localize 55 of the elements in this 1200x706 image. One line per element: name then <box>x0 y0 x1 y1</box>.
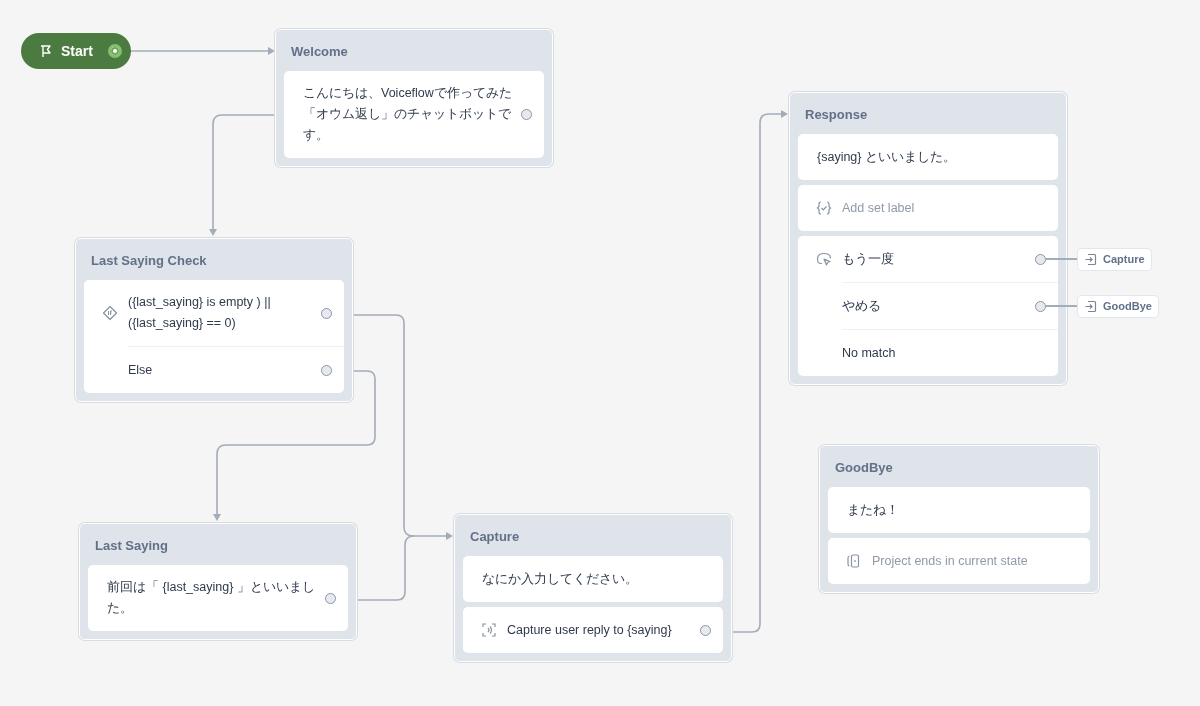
flag-icon <box>38 44 52 58</box>
step-text: やめる <box>842 297 882 315</box>
exit-icon <box>846 553 862 569</box>
step-card[interactable]: こんにちは、Voiceflowで作ってみた「オウム返し」のチャットボットです。 <box>284 71 544 158</box>
step-text: 前回は「 {last_saying} 」といいました。 <box>107 579 316 617</box>
go-to-block-link[interactable]: Capture <box>1078 248 1151 270</box>
step-text: なにか入力してください。 <box>482 570 639 588</box>
step-text: Capture user reply to {saying} <box>507 621 673 639</box>
step-card[interactable]: {saying} といいました。 <box>798 134 1058 180</box>
microphone-icon <box>481 622 497 638</box>
step-card[interactable]: なにか入力してください。 <box>463 556 723 602</box>
block-card[interactable]: Response {saying} といいました。 Add set label もう一度 やめる No match <box>789 92 1067 385</box>
port-icon[interactable] <box>1035 300 1046 312</box>
connector-line <box>1045 305 1078 307</box>
block-card[interactable]: GoodBye またね！ Project ends in current state <box>819 445 1099 593</box>
block-card[interactable]: Capture なにか入力してください。 Capture user reply to {saying} <box>454 514 732 662</box>
block-card[interactable]: Last Saying 前回は「 {last_saying} 」といいました。 <box>79 523 357 640</box>
chat-bubble-icon <box>816 251 832 267</box>
block-title: Response <box>804 106 869 124</box>
port-icon[interactable] <box>321 307 332 319</box>
step-card[interactable]: もう一度 やめる No match <box>798 236 1058 376</box>
step-card[interactable]: またね！ <box>828 487 1090 533</box>
start-node[interactable]: Start <box>21 33 131 69</box>
block-title: Last Saying Check <box>90 252 208 270</box>
braces-icon <box>816 200 832 216</box>
block-card[interactable]: Welcome こんにちは、Voiceflowで作ってみた「オウム返し」のチャットボットです。 <box>275 29 553 167</box>
block-card[interactable]: Last Saying Check ({last_saying} is empty ) || ({last_saying} == 0) Else <box>75 238 353 402</box>
step-text: こんにちは、Voiceflowで作ってみた「オウム返し」のチャットボットです。 <box>303 85 513 144</box>
block-title: GoodBye <box>834 459 894 477</box>
step-text: もう一度 <box>842 250 895 268</box>
step-text: またね！ <box>847 501 900 519</box>
step-text: {saying} といいました。 <box>817 148 957 166</box>
block-title: Welcome <box>290 43 349 61</box>
port-icon[interactable] <box>325 592 336 604</box>
block-title: Last Saying <box>94 537 169 555</box>
step-card[interactable]: 前回は「 {last_saying} 」といいました。 <box>88 565 348 631</box>
port-icon[interactable] <box>521 109 532 120</box>
go-to-block-link[interactable]: GoodBye <box>1078 295 1158 317</box>
port-icon[interactable] <box>108 44 122 58</box>
step-text: Else <box>128 361 154 379</box>
connector-line <box>1045 258 1078 260</box>
port-icon[interactable] <box>321 364 332 376</box>
condition-icon <box>102 305 118 321</box>
step-card[interactable]: ({last_saying} is empty ) || ({last_saying} == 0) Else <box>84 280 344 393</box>
step-text: No match <box>842 344 897 362</box>
start-label: Start <box>61 43 94 59</box>
step-text: Project ends in current state <box>872 552 1029 570</box>
step-text: ({last_saying} is empty ) || ({last_saying} == 0) <box>128 294 272 332</box>
step-card[interactable]: Capture user reply to {saying} <box>463 607 723 653</box>
port-icon[interactable] <box>1035 253 1046 265</box>
enter-icon <box>1084 299 1097 313</box>
port-icon[interactable] <box>700 624 711 636</box>
enter-icon <box>1084 252 1097 266</box>
block-title: Capture <box>469 528 521 546</box>
step-text: Add set label <box>842 199 916 217</box>
